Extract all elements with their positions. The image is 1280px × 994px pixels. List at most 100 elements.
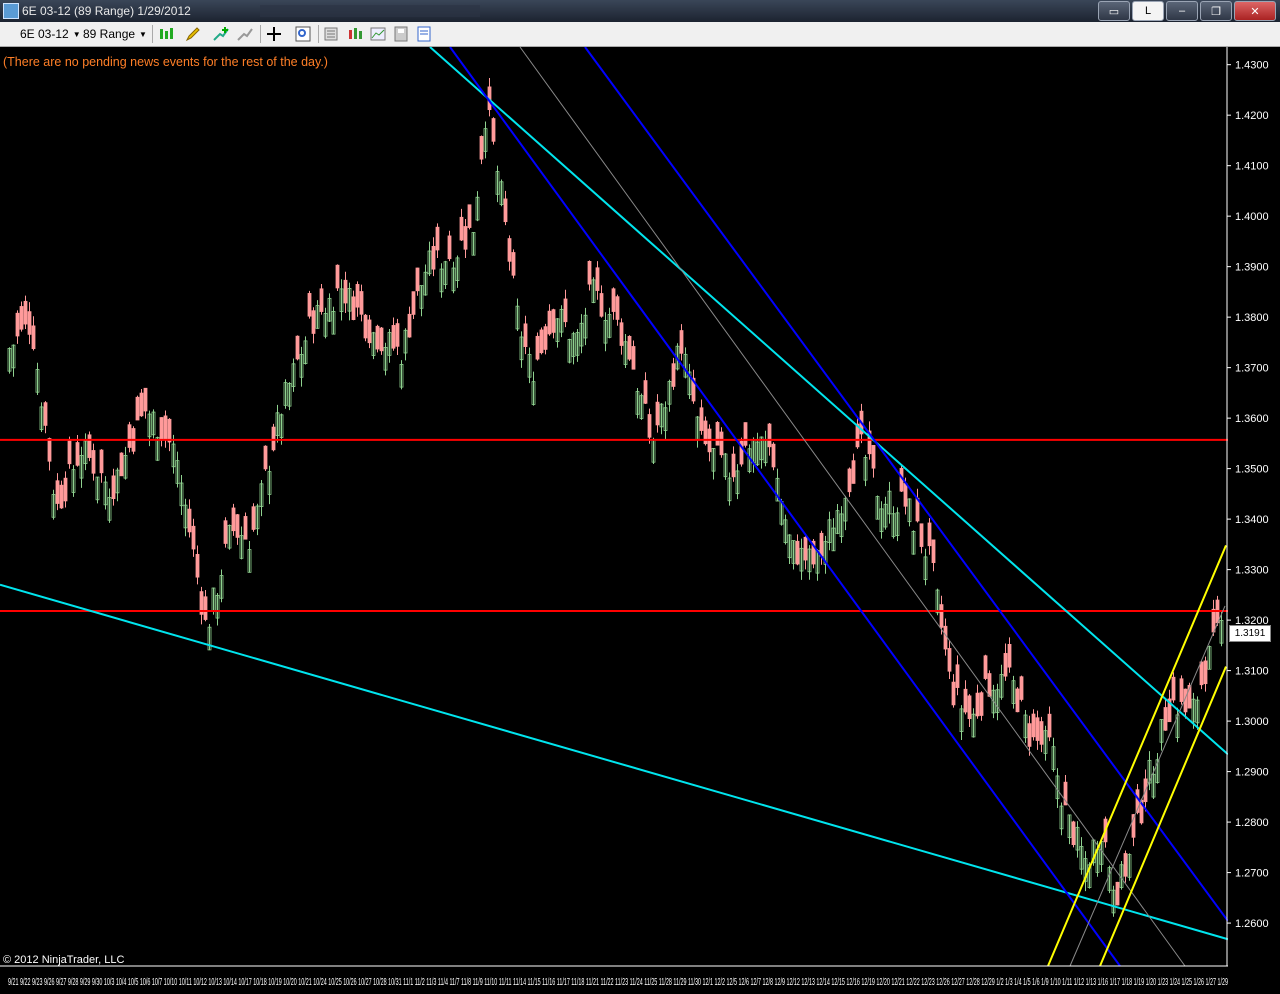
candle-body (251, 506, 256, 530)
background-window-title (260, 5, 480, 17)
trend-line-outer-channel[interactable] (429, 46, 1229, 756)
maximize-icon[interactable]: ❐ (1200, 1, 1232, 21)
layout-button[interactable]: L (1132, 1, 1164, 21)
instrument-selector[interactable]: 6E 03-12 ▼ (20, 26, 81, 42)
candle-body (619, 322, 624, 346)
candle-body (63, 477, 68, 502)
candle-body (975, 692, 980, 717)
chart-template-icon[interactable] (370, 26, 386, 42)
candle-body (55, 480, 60, 504)
candle-body (223, 520, 228, 544)
period-selector[interactable]: 89 Range ▼ (83, 26, 147, 42)
candle-body (203, 596, 208, 620)
trend-line-mid-channel[interactable] (449, 46, 1121, 967)
link-icon[interactable]: ▭ (1098, 1, 1130, 21)
data-box-icon[interactable] (295, 26, 311, 42)
instrument-label: 6E 03-12 (20, 27, 69, 41)
candle-body (1203, 660, 1208, 685)
crosshair-icon[interactable] (266, 26, 282, 42)
trend-line-outer-channel[interactable] (0, 583, 1229, 941)
candle-body (507, 238, 512, 262)
trend-line-rising-channel[interactable] (1047, 544, 1227, 967)
strategy-icon[interactable] (237, 26, 253, 42)
pencil-icon[interactable] (185, 26, 201, 42)
candle-body (119, 452, 124, 477)
candle-body (231, 507, 236, 532)
candle-body (599, 293, 604, 317)
candle-body (1199, 661, 1204, 686)
window-title: 6E 03-12 (89 Range) 1/29/2012 (22, 4, 191, 18)
candle-body (31, 325, 36, 350)
candle-body (363, 314, 368, 339)
candle-body (627, 335, 632, 360)
trend-line-thin-gray[interactable] (519, 46, 1186, 967)
candle-body (235, 514, 240, 538)
candle-body (335, 264, 340, 289)
candle-body (491, 118, 496, 142)
candle-body (987, 673, 992, 697)
bars-icon[interactable] (347, 26, 363, 42)
candle-body (1007, 643, 1012, 668)
candle-body (939, 604, 944, 628)
candle-body (699, 407, 704, 431)
candle-body (1115, 881, 1120, 906)
candle-body (295, 335, 300, 360)
candle-body (927, 522, 932, 547)
candle-body (671, 363, 676, 387)
price-axis-label: 1.3500 (1235, 464, 1269, 476)
candle-body (143, 387, 148, 412)
candle-body (611, 288, 616, 312)
candle-body (1179, 678, 1184, 702)
close-icon[interactable]: ✕ (1234, 1, 1276, 21)
candle-body (311, 310, 316, 334)
price-axis-label: 1.4300 (1235, 60, 1269, 72)
candle-body (411, 291, 416, 315)
save-icon[interactable] (393, 26, 409, 42)
candle-body (1019, 676, 1024, 700)
candle-body (511, 252, 516, 276)
minimize-icon[interactable]: – (1166, 1, 1198, 21)
candle-body (979, 692, 984, 716)
period-label: 89 Range (83, 27, 136, 41)
candle-body (127, 424, 132, 448)
window-linking-icon[interactable] (416, 26, 432, 42)
candle-body (395, 323, 400, 347)
candle-body (447, 235, 452, 260)
candle-body (139, 392, 144, 417)
candle-body (587, 260, 592, 285)
add-indicator-icon[interactable] (213, 26, 229, 42)
price-axis-label: 1.3000 (1235, 716, 1269, 728)
candle-body (903, 483, 908, 507)
price-axis-label: 1.4100 (1235, 161, 1269, 173)
price-axis-label: 1.2900 (1235, 767, 1269, 779)
trend-line-mid-channel[interactable] (584, 46, 1229, 922)
price-axis-label: 1.4000 (1235, 211, 1269, 223)
candle-body (391, 325, 396, 349)
candle-body (307, 293, 312, 317)
chevron-down-icon: ▼ (72, 29, 81, 39)
candle-body (1123, 853, 1128, 877)
candle-body (195, 554, 200, 578)
price-chart[interactable]: 1.26001.27001.28001.29001.30001.31001.32… (0, 0, 1280, 994)
candle-body (795, 540, 800, 565)
candle-body (1015, 688, 1020, 713)
candle-body (1035, 717, 1040, 741)
candle-body (955, 664, 960, 688)
price-axis-label: 1.4200 (1235, 110, 1269, 122)
title-bar: 6E 03-12 (89 Range) 1/29/2012 ▭ L – ❐ ✕ (0, 0, 1280, 22)
candle-body (263, 445, 268, 470)
candle-body (479, 136, 484, 160)
candle-body (459, 216, 464, 241)
candle-body (343, 279, 348, 304)
candle-body (67, 440, 72, 465)
candle-body (91, 450, 96, 474)
candle-body (539, 329, 544, 354)
candle-body (415, 267, 420, 292)
candle-body (767, 423, 772, 448)
candle-body (187, 508, 192, 533)
properties-icon[interactable] (323, 26, 339, 42)
candlestick-style-icon[interactable] (158, 26, 174, 42)
candle-body (59, 484, 64, 509)
candle-body (75, 442, 80, 466)
trend-line-thin-gray[interactable] (1069, 605, 1226, 967)
